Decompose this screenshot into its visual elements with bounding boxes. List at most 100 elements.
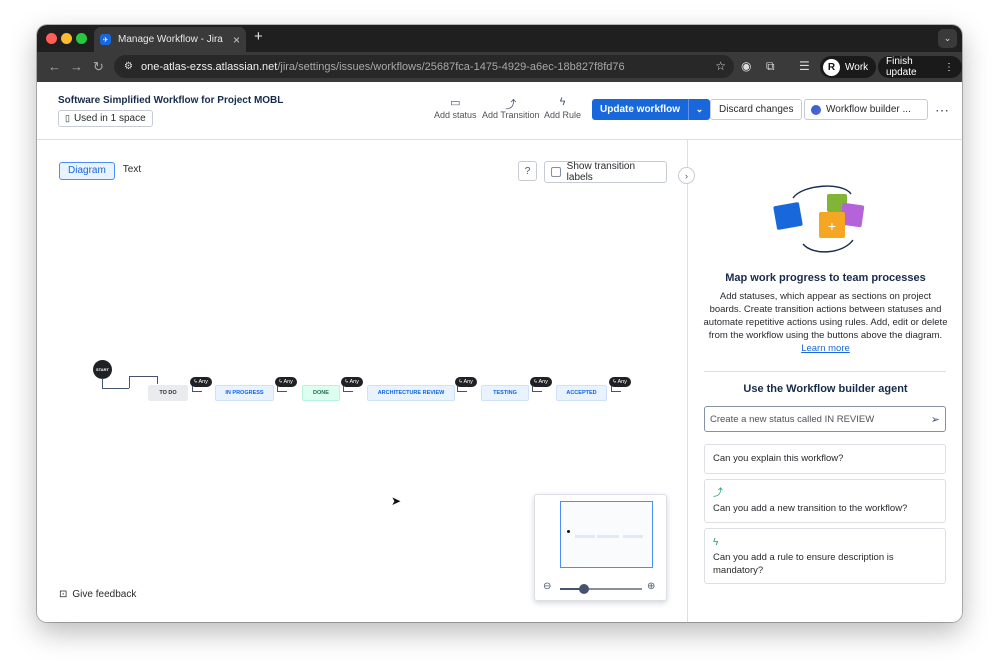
workflow-builder-label: Workflow builder ... [826,104,911,115]
status-architecture-review[interactable]: ARCHITECTURE REVIEW [367,385,455,401]
tab-diagram[interactable]: Diagram [59,162,115,180]
password-manager-icon[interactable]: ◉ [741,59,751,73]
status-testing[interactable]: TESTING [481,385,529,401]
svg-text:+: + [828,218,836,234]
workflow-builder-panel: + Map work progress to team processes Ad… [689,140,962,622]
status-todo[interactable]: TO DO [148,385,188,401]
discard-changes-button[interactable]: Discard changes [710,99,803,120]
tab-text[interactable]: Text [115,162,149,180]
chevron-down-icon[interactable]: ⌄ [688,99,710,120]
checkbox[interactable] [551,167,561,177]
feedback-icon: ⊡ [59,589,68,600]
zoom-slider[interactable] [560,584,642,594]
finish-update-label: Finish update [886,56,917,78]
any-transition-arrow [277,386,287,392]
start-connector [102,388,129,389]
workflow-builder-button[interactable]: Workflow builder ... [804,99,928,120]
profile-avatar: R [823,58,840,76]
workflow-canvas[interactable]: Diagram Text ? Show transition labels ST… [37,140,688,622]
tab-search-icon[interactable]: ⌄ [938,29,957,48]
start-node[interactable]: START [93,360,112,379]
any-transition-arrow [343,386,353,392]
maximize-window-button[interactable] [76,33,87,44]
back-icon[interactable]: ← [48,59,61,74]
any-label: Any [463,379,473,385]
new-tab-button[interactable]: + [254,28,263,45]
minimap-start-node [567,530,570,533]
chevron-right-icon[interactable]: › [678,167,695,184]
start-connector [157,376,158,384]
close-window-button[interactable] [46,33,57,44]
address-bar-row: ← → ↻ ⚙ one-atlas-ezss.atlassian.net/jir… [37,52,962,82]
document-icon: ▯ [65,113,70,123]
tab-close-icon[interactable]: × [233,33,240,47]
suggestion-add-transition[interactable]: ⤴ Can you add a new transition to the wo… [704,479,946,523]
zoom-in-icon[interactable]: ⊕ [647,581,655,592]
start-connector [129,376,130,388]
mouse-cursor-icon: ➤ [391,494,402,508]
url-field[interactable]: ⚙ one-atlas-ezss.atlassian.net/jira/sett… [114,55,734,78]
any-transition-arrow [611,386,621,392]
show-transition-labels-label: Show transition labels [566,161,636,183]
profile-button[interactable]: R Work [820,56,877,78]
add-transition-label: Add Transition [482,110,540,120]
status-accepted[interactable]: ACCEPTED [556,385,607,401]
bookmark-star-icon[interactable]: ☆ [715,59,726,73]
any-label: Any [617,379,627,385]
extensions-icon[interactable]: ⧉ [766,59,775,74]
any-label: Any [283,379,293,385]
browser-tab[interactable]: ✈ Manage Workflow - Jira × [94,27,246,52]
site-settings-icon[interactable]: ⚙ [124,61,133,72]
suggestion-text: Can you explain this workflow? [713,453,844,464]
help-icon[interactable]: ? [518,161,537,181]
workflow-header: Software Simplified Workflow for Project… [37,82,962,140]
suggestion-text: Can you add a new transition to the work… [713,503,908,514]
workflow-title: Software Simplified Workflow for Project… [58,95,284,106]
any-transition-arrow [192,386,202,392]
panel-title: Map work progress to team processes [725,272,926,284]
give-feedback-button[interactable]: ⊡ Give feedback [59,589,136,600]
status-icon: ▭ [450,97,461,109]
divider [704,371,946,372]
any-label: Any [198,379,208,385]
any-transition-arrow [532,386,542,392]
minimap-status [597,535,619,538]
start-connector [129,376,157,377]
used-in-spaces-button[interactable]: ▯ Used in 1 space [58,110,153,127]
minimap[interactable]: ⊖ ⊕ [534,494,667,601]
agent-prompt-field[interactable]: ➢ [704,406,946,432]
zoom-slider-thumb[interactable] [578,584,589,594]
transition-icon: ⤴ [713,488,723,499]
tab-title: Manage Workflow - Jira [118,34,223,45]
minimap-status [575,535,595,538]
learn-more-link[interactable]: Learn more [801,343,850,354]
reading-list-icon[interactable]: ☰ [799,59,810,73]
update-workflow-label: Update workflow [600,104,681,115]
forward-icon[interactable]: → [70,59,83,74]
status-done[interactable]: DONE [302,385,340,401]
status-in-progress[interactable]: IN PROGRESS [215,385,274,401]
add-transition-button[interactable]: ⤴ Add Transition [482,96,540,120]
show-transition-labels-toggle[interactable]: Show transition labels [544,161,667,183]
panel-description: Add statuses, which appear as sections o… [703,290,948,355]
tab-bar: ✈ Manage Workflow - Jira × + ⌄ [37,25,962,52]
suggestion-explain-workflow[interactable]: Can you explain this workflow? [704,444,946,474]
update-workflow-button[interactable]: Update workflow ⌄ [592,99,711,120]
zoom-out-icon[interactable]: ⊖ [543,581,551,592]
add-rule-button[interactable]: ϟ Add Rule [544,96,581,120]
suggestion-add-rule[interactable]: ϟ Can you add a rule to ensure descripti… [704,528,946,584]
reload-icon[interactable]: ↻ [93,59,104,75]
add-status-button[interactable]: ▭ Add status [434,96,477,120]
any-label: Any [538,379,548,385]
suggestion-text: Can you add a rule to ensure description… [713,552,894,576]
send-icon[interactable]: ➢ [931,413,940,426]
add-rule-label: Add Rule [544,110,582,120]
url-host: one-atlas-ezss.atlassian.net [140,60,278,73]
more-options-icon[interactable]: ⋯ [935,102,949,119]
url-path: /jira/settings/issues/workflows/25687fca… [277,60,625,73]
lightning-icon: ϟ [713,537,719,548]
minimize-window-button[interactable] [61,33,72,44]
agent-prompt-input[interactable] [710,413,931,425]
panel-description-text: Add statuses, which appear as sections o… [703,291,948,341]
finish-update-button[interactable]: Finish update ⋮ [878,56,962,78]
